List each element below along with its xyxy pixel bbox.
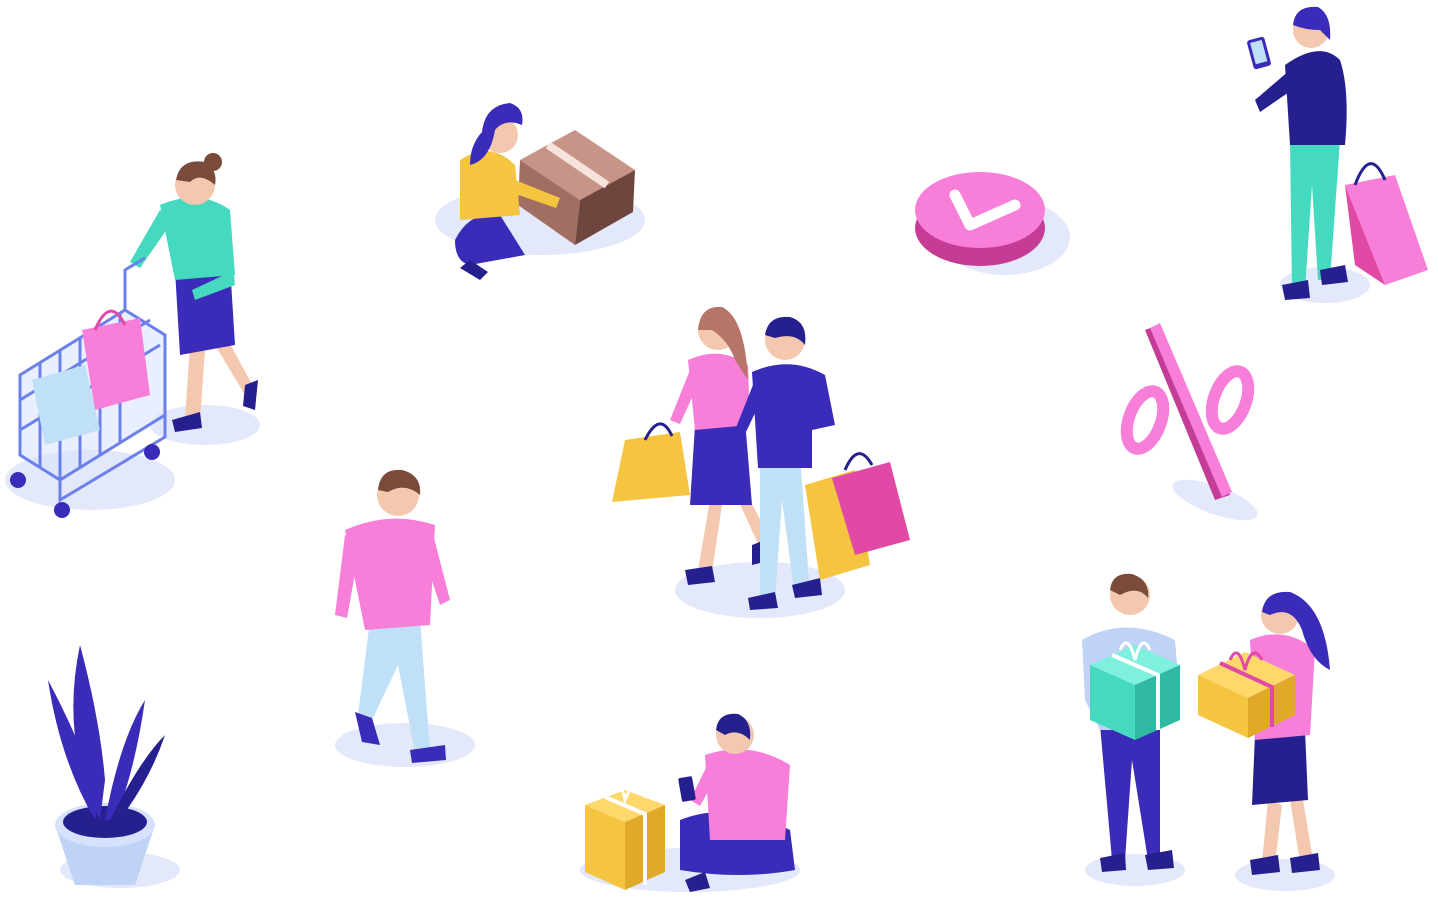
smartphone-icon	[1247, 36, 1271, 70]
woman-with-parcel	[435, 103, 645, 280]
couple-with-bags	[612, 306, 910, 618]
percent-sign-icon	[1120, 323, 1258, 521]
shopping-bag-icon	[612, 422, 690, 502]
couple-exchanging-gifts	[1082, 573, 1335, 891]
smartphone-icon	[678, 776, 696, 802]
man-with-phone	[1247, 6, 1428, 303]
potted-plant-icon	[48, 645, 180, 888]
illustration-canvas	[5, 6, 1428, 892]
shopping-bag-icon	[805, 452, 910, 580]
checkmark-badge-icon	[915, 172, 1070, 275]
isometric-shopping-illustration	[0, 0, 1438, 897]
man-sitting-with-gift	[580, 713, 800, 892]
shopping-bag-icon	[1345, 162, 1428, 285]
gift-box-icon	[585, 782, 665, 890]
man-walking	[335, 469, 475, 767]
woman-with-cart	[5, 153, 260, 518]
